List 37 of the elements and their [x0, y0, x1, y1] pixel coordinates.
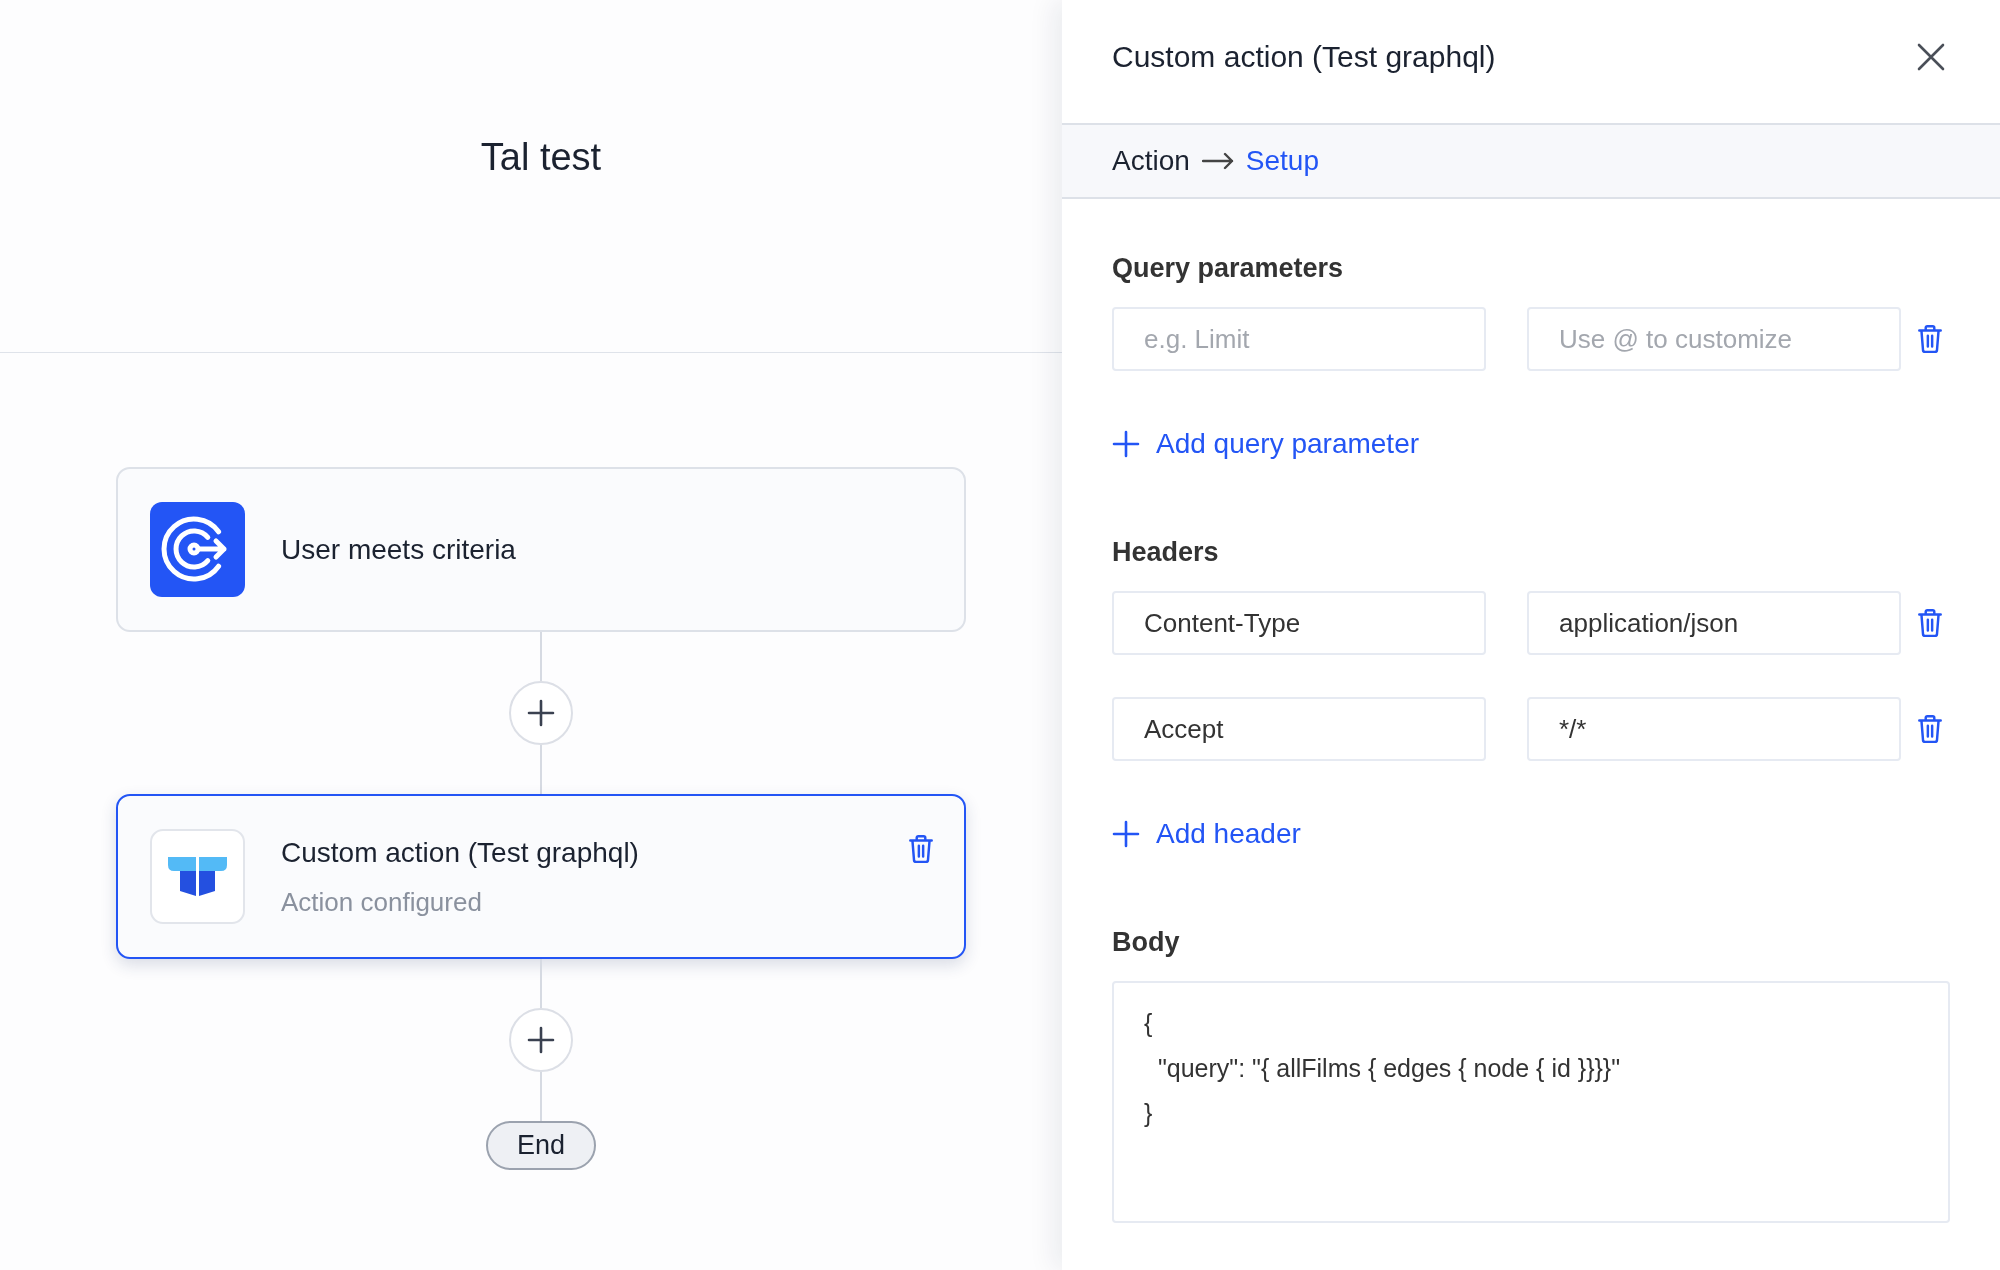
- arrow-right-icon: [1201, 152, 1234, 170]
- plus-icon: [527, 1026, 555, 1054]
- connector-line: [540, 959, 542, 1008]
- node-title: Custom action (Test graphql): [281, 835, 640, 870]
- connector-line: [540, 1072, 542, 1121]
- value-field[interactable]: application/json: [1527, 591, 1901, 655]
- section-heading: Headers: [1112, 536, 1220, 569]
- trash-icon[interactable]: [908, 834, 934, 864]
- breadcrumb-item[interactable]: Setup: [1245, 144, 1319, 178]
- key-field[interactable]: Content-Type: [1112, 591, 1486, 655]
- trash-icon[interactable]: [1917, 714, 1943, 744]
- value-field[interactable]: */*: [1527, 697, 1901, 761]
- panel-title: Custom action (Test graphql): [1112, 38, 1496, 75]
- breadcrumb-item[interactable]: Action: [1112, 144, 1190, 178]
- close-icon[interactable]: [1917, 42, 1945, 71]
- action-node[interactable]: Custom action (Test graphql) Action configured: [116, 794, 966, 959]
- section-heading: Query parameters: [1112, 252, 1345, 285]
- trigger-node[interactable]: User meets criteria: [116, 467, 966, 632]
- flow-title: Tal test: [480, 135, 602, 180]
- node-status: Action configured: [281, 885, 483, 918]
- section-heading: Body: [1112, 926, 1181, 959]
- node-title: User meets criteria: [281, 532, 517, 567]
- connector-line: [540, 632, 542, 681]
- add-link[interactable]: Add header: [1112, 816, 1301, 852]
- body-field[interactable]: { "query": "{ allFilms { edges { node { id }}}}" }: [1112, 981, 1950, 1223]
- key-field[interactable]: Accept: [1112, 697, 1486, 761]
- value-field[interactable]: Use @ to customize: [1527, 307, 1901, 371]
- trash-icon[interactable]: [1917, 608, 1943, 638]
- plus-icon: [1112, 430, 1140, 458]
- add-link[interactable]: Add query parameter: [1112, 426, 1420, 462]
- plus-icon: [1112, 820, 1140, 848]
- app-logo-icon: [150, 829, 245, 924]
- plus-icon: [527, 699, 555, 727]
- key-field[interactable]: e.g. Limit: [1112, 307, 1486, 371]
- end-node: End: [486, 1121, 596, 1170]
- trash-icon[interactable]: [1917, 324, 1943, 354]
- connector-line: [540, 745, 542, 794]
